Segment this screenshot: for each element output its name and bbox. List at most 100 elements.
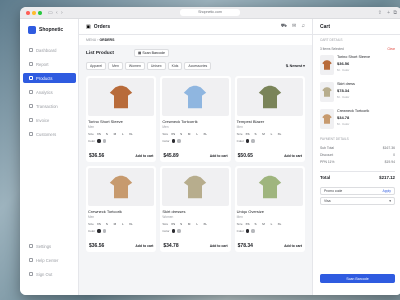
size-option[interactable]: XS: [170, 222, 176, 226]
bell-icon[interactable]: ♫: [301, 23, 305, 30]
cart-item[interactable]: Torino Short Sleeve $36.56 M · Color: [313, 53, 400, 80]
color-swatch[interactable]: [177, 229, 181, 233]
size-option[interactable]: S: [104, 222, 110, 226]
filter-chip[interactable]: Women: [124, 62, 145, 70]
share-icon[interactable]: ⇪: [378, 10, 382, 16]
truck-icon[interactable]: ⛟: [281, 23, 287, 30]
forward-arrow-icon[interactable]: ›: [61, 10, 63, 16]
color-swatch[interactable]: [102, 139, 107, 143]
size-option[interactable]: L: [194, 222, 200, 226]
clear-cart-button[interactable]: Clear: [387, 47, 395, 51]
color-swatch[interactable]: [171, 139, 175, 143]
maximize-window-dot[interactable]: [38, 11, 42, 15]
sidebar-item-invoice[interactable]: Invoice: [23, 115, 76, 125]
size-option[interactable]: M: [186, 222, 192, 226]
payment-method-select[interactable]: Visa ▾: [320, 197, 395, 205]
size-option[interactable]: XS: [170, 132, 176, 136]
sidebar-item-products[interactable]: Products: [23, 73, 76, 83]
size-option[interactable]: XL: [202, 132, 208, 136]
size-option[interactable]: L: [194, 132, 200, 136]
sidebar-item-analytics[interactable]: Analytics: [23, 87, 76, 97]
add-to-cart-button[interactable]: Add to cart: [210, 244, 228, 248]
brand-logo[interactable]: Shopnetic: [28, 26, 63, 34]
filter-chip[interactable]: Accessories: [184, 62, 212, 70]
size-option[interactable]: XL: [128, 132, 134, 136]
size-option[interactable]: XL: [277, 132, 283, 136]
url-bar[interactable]: Shopnetic.com: [180, 9, 240, 16]
product-card[interactable]: Skirt dresses Women Size XS S M L XL Color $34.78…: [160, 166, 231, 252]
color-swatch[interactable]: [177, 139, 181, 143]
size-option[interactable]: L: [120, 222, 126, 226]
color-swatch[interactable]: [102, 229, 107, 233]
promo-code-input[interactable]: Promo code Apply: [320, 187, 395, 195]
back-arrow-icon[interactable]: ‹: [56, 10, 58, 16]
sidebar-item-sign-out[interactable]: Sign Out: [23, 269, 76, 279]
size-option[interactable]: XL: [277, 222, 283, 226]
product-card[interactable]: Uniqu Oversize Men Size XS S M L XL Color $78.34 A…: [234, 166, 305, 252]
size-option[interactable]: L: [269, 132, 275, 136]
size-option[interactable]: S: [253, 132, 259, 136]
color-swatch[interactable]: [97, 139, 101, 143]
breadcrumb-root[interactable]: MENU: [86, 38, 96, 42]
tabs-icon[interactable]: ⧉: [393, 10, 397, 16]
add-to-cart-button[interactable]: Add to cart: [284, 244, 302, 248]
filter-chip[interactable]: Unisex: [146, 62, 166, 70]
size-label: Size: [236, 132, 243, 136]
size-option[interactable]: XS: [245, 222, 251, 226]
add-to-cart-button[interactable]: Add to cart: [210, 154, 228, 158]
size-option[interactable]: XL: [128, 222, 134, 226]
sidebar-item-dashboard[interactable]: Dashboard: [23, 45, 76, 55]
filter-chip[interactable]: Kids: [167, 62, 183, 70]
apply-promo-button[interactable]: Apply: [383, 189, 391, 193]
size-option[interactable]: S: [253, 222, 259, 226]
cart-item[interactable]: Skirt dress $78.34 M · Color: [313, 80, 400, 107]
size-option[interactable]: M: [261, 132, 267, 136]
size-option[interactable]: S: [178, 222, 184, 226]
add-to-cart-button[interactable]: Add to cart: [284, 154, 302, 158]
size-label: Size: [88, 132, 94, 136]
filter-chip[interactable]: Men: [108, 62, 123, 70]
sidebar-toggle-icon[interactable]: ▭: [48, 10, 53, 16]
color-swatch[interactable]: [251, 229, 255, 233]
summary-label: Discount: [320, 153, 334, 157]
sidebar-item-customers[interactable]: Customers: [23, 129, 76, 139]
size-option[interactable]: M: [186, 132, 192, 136]
product-card[interactable]: Tempest Blazer Men Size XS S M L XL Color $50.65 A…: [234, 76, 305, 162]
size-option[interactable]: XS: [245, 132, 251, 136]
color-swatch[interactable]: [97, 229, 101, 233]
size-option[interactable]: M: [112, 132, 118, 136]
sidebar-item-transaction[interactable]: Transaction: [23, 101, 76, 111]
add-to-cart-button[interactable]: Add to cart: [135, 244, 153, 248]
product-price: $78.34: [237, 243, 253, 249]
color-swatch[interactable]: [245, 139, 250, 143]
color-swatch[interactable]: [171, 229, 175, 233]
scan-barcode-button[interactable]: ▦ Scan Barcode: [133, 49, 169, 57]
size-option[interactable]: S: [104, 132, 110, 136]
color-swatch[interactable]: [251, 139, 255, 143]
size-option[interactable]: XS: [96, 132, 102, 136]
size-option[interactable]: L: [120, 132, 126, 136]
sidebar-item-report[interactable]: Report: [23, 59, 76, 69]
size-option[interactable]: XS: [96, 222, 102, 226]
size-option[interactable]: XL: [202, 222, 208, 226]
checkout-button[interactable]: Scan Barcode: [320, 274, 395, 283]
filter-chip[interactable]: Apparel: [86, 62, 107, 70]
sort-dropdown[interactable]: ⇅ Newest ▾: [286, 64, 305, 68]
sidebar-item-settings[interactable]: Settings: [23, 241, 76, 251]
product-card[interactable]: Crewneck Tortcorik Men Size XS S M L XL Color $36…: [86, 166, 157, 252]
size-option[interactable]: S: [178, 132, 184, 136]
cart-item-image: [320, 55, 334, 75]
size-option[interactable]: M: [261, 222, 267, 226]
cart-item[interactable]: Crewneck Tortcorik $34.78 M · Color: [313, 107, 400, 134]
size-option[interactable]: M: [112, 222, 118, 226]
product-card[interactable]: Torino Short Sleeve Men Size XS S M L XL Color $3…: [86, 76, 157, 162]
minimize-window-dot[interactable]: [32, 11, 36, 15]
product-card[interactable]: Crewneck Tortcorrik Men Size XS S M L XL Color $4…: [160, 76, 231, 162]
add-to-cart-button[interactable]: Add to cart: [135, 154, 153, 158]
close-window-dot[interactable]: [26, 11, 30, 15]
color-swatch[interactable]: [245, 229, 250, 233]
new-tab-icon[interactable]: +: [387, 10, 390, 16]
size-option[interactable]: L: [269, 222, 275, 226]
sidebar-item-help-center[interactable]: Help Center: [23, 255, 76, 265]
chat-icon[interactable]: ✉: [292, 23, 296, 30]
